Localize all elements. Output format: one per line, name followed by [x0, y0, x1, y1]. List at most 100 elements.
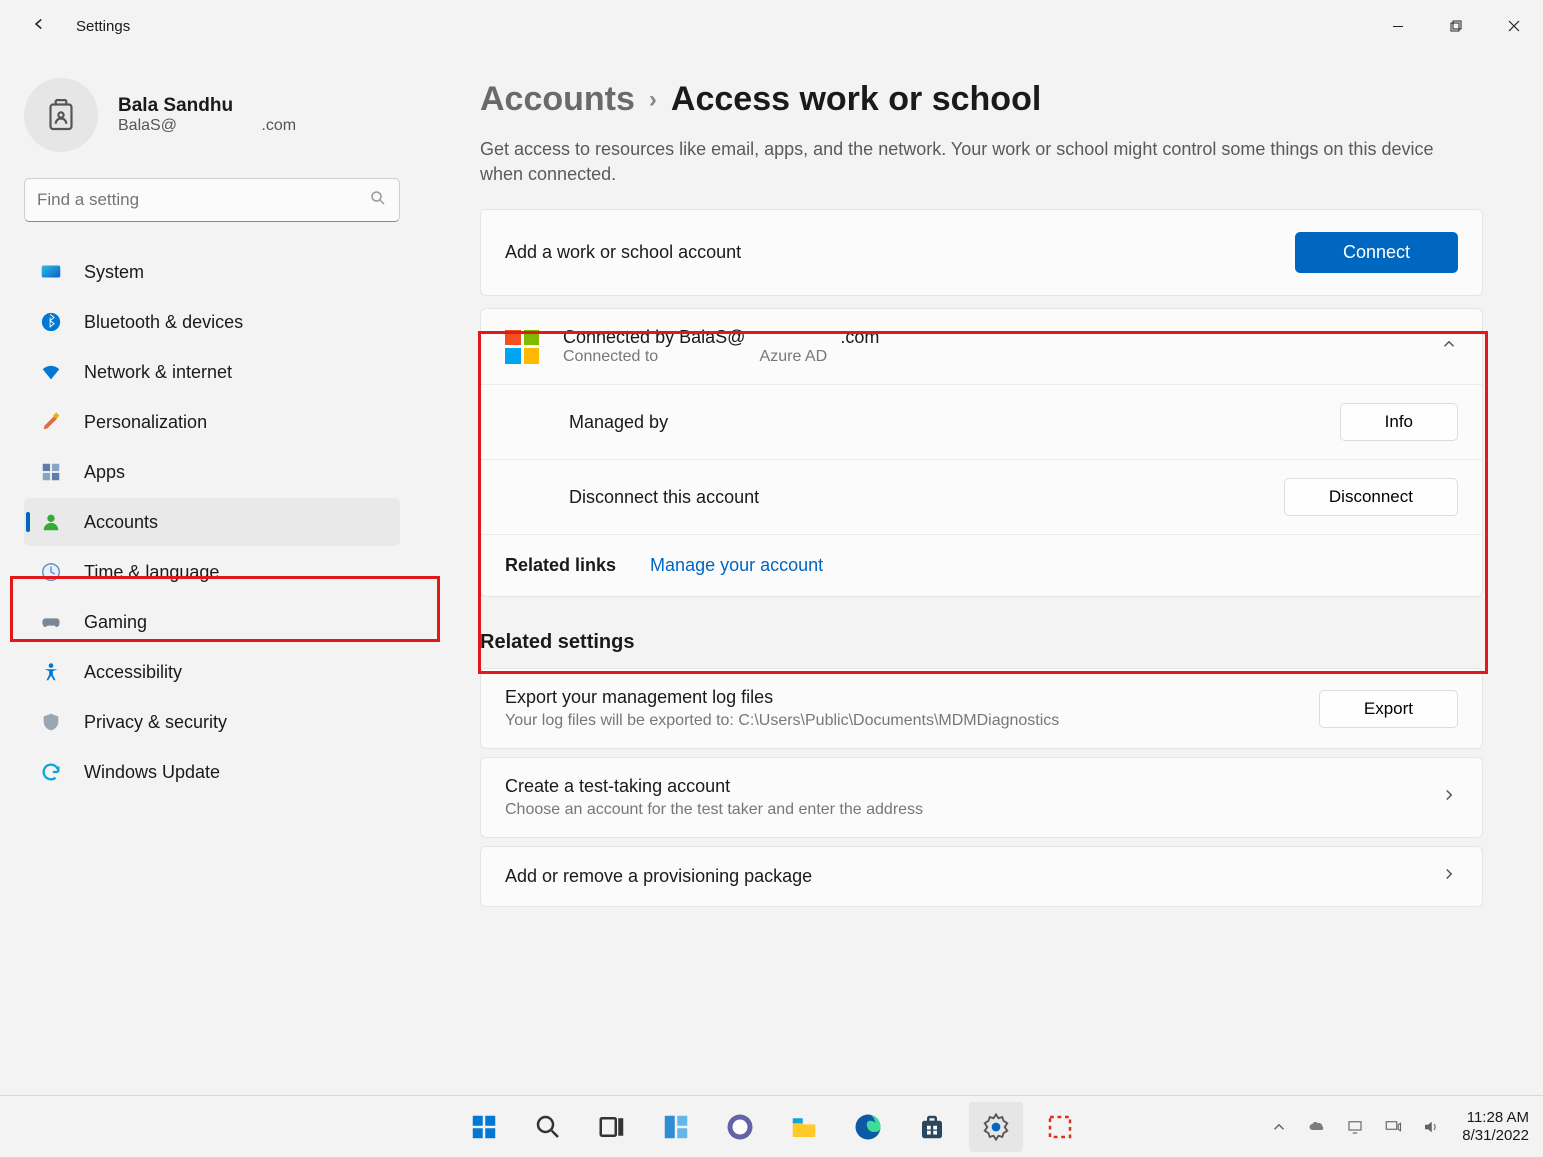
sidebar-item-label: Personalization: [84, 412, 207, 433]
sidebar-item-label: System: [84, 262, 144, 283]
breadcrumb-parent[interactable]: Accounts: [480, 80, 635, 119]
task-view-icon[interactable]: [585, 1102, 639, 1152]
provisioning-title: Add or remove a provisioning package: [505, 866, 812, 887]
export-desc: Your log files will be exported to: C:\U…: [505, 712, 1059, 730]
maximize-button[interactable]: [1427, 0, 1485, 52]
avatar: [24, 78, 98, 152]
person-icon: [40, 511, 62, 533]
add-account-card: Add a work or school account Connect: [480, 209, 1483, 296]
user-name: Bala Sandhu: [118, 95, 296, 117]
network-tray-icon[interactable]: [1378, 1112, 1408, 1142]
sidebar-item-apps[interactable]: Apps: [24, 448, 400, 496]
taskbar: 11:28 AM 8/31/2022: [0, 1095, 1543, 1157]
sidebar-item-label: Time & language: [84, 562, 219, 583]
test-title: Create a test-taking account: [505, 776, 923, 797]
provisioning-card[interactable]: Add or remove a provisioning package: [480, 846, 1483, 907]
export-title: Export your management log files: [505, 687, 1059, 708]
taskbar-clock[interactable]: 11:28 AM 8/31/2022: [1462, 1109, 1529, 1145]
sidebar-item-system[interactable]: System: [24, 248, 400, 296]
update-icon: [40, 761, 62, 783]
related-links-row: Related links Manage your account: [481, 535, 1482, 596]
test-desc: Choose an account for the test taker and…: [505, 801, 923, 819]
disconnect-button[interactable]: Disconnect: [1284, 478, 1458, 516]
search-box[interactable]: [24, 178, 400, 222]
test-taking-card[interactable]: Create a test-taking account Choose an a…: [480, 757, 1483, 838]
titlebar: Settings: [0, 0, 1543, 52]
sidebar-item-label: Network & internet: [84, 362, 232, 383]
clock-time: 11:28 AM: [1462, 1109, 1529, 1127]
accessibility-icon: [40, 661, 62, 683]
taskbar-search-icon[interactable]: [521, 1102, 575, 1152]
chevron-right-icon: [1440, 786, 1458, 809]
search-input[interactable]: [37, 190, 369, 210]
sidebar-item-network[interactable]: Network & internet: [24, 348, 400, 396]
explorer-icon[interactable]: [777, 1102, 831, 1152]
onedrive-icon[interactable]: [1302, 1112, 1332, 1142]
bluetooth-icon: [40, 311, 62, 333]
wifi-icon: [40, 361, 62, 383]
settings-taskbar-icon[interactable]: [969, 1102, 1023, 1152]
snipping-tool-icon[interactable]: [1033, 1102, 1087, 1152]
sidebar-item-privacy[interactable]: Privacy & security: [24, 698, 400, 746]
chevron-up-icon: [1440, 335, 1458, 358]
sidebar-item-label: Accounts: [84, 512, 158, 533]
start-button[interactable]: [457, 1102, 511, 1152]
sidebar-item-time-language[interactable]: Time & language: [24, 548, 400, 596]
connect-button[interactable]: Connect: [1295, 232, 1458, 273]
managed-by-label: Managed by: [569, 412, 668, 433]
sidebar-item-label: Apps: [84, 462, 125, 483]
tray-chevron-up-icon[interactable]: [1264, 1112, 1294, 1142]
edge-icon[interactable]: [841, 1102, 895, 1152]
nav-list: System Bluetooth & devices Network & int…: [24, 248, 400, 796]
sidebar-item-accounts[interactable]: Accounts: [24, 498, 400, 546]
connected-by-label: Connected by BalaS@ .com: [563, 327, 1416, 348]
volume-tray-icon[interactable]: [1416, 1112, 1446, 1142]
clock-globe-icon: [40, 561, 62, 583]
widgets-icon[interactable]: [649, 1102, 703, 1152]
sidebar-item-personalization[interactable]: Personalization: [24, 398, 400, 446]
user-email: BalaS@ .com: [118, 117, 296, 135]
related-links-label: Related links: [505, 555, 616, 576]
info-button[interactable]: Info: [1340, 403, 1458, 441]
window-title: Settings: [76, 18, 130, 35]
manage-account-link[interactable]: Manage your account: [650, 555, 823, 576]
store-icon[interactable]: [905, 1102, 959, 1152]
minimize-button[interactable]: [1369, 0, 1427, 52]
microsoft-logo-icon: [505, 330, 539, 364]
system-tray: 11:28 AM 8/31/2022: [1264, 1109, 1529, 1145]
back-button[interactable]: [30, 15, 48, 38]
paintbrush-icon: [40, 411, 62, 433]
sidebar-item-bluetooth[interactable]: Bluetooth & devices: [24, 298, 400, 346]
chevron-right-icon: [1440, 865, 1458, 888]
gamepad-icon: [40, 611, 62, 633]
sidebar-item-accessibility[interactable]: Accessibility: [24, 648, 400, 696]
export-logs-card[interactable]: Export your management log files Your lo…: [480, 668, 1483, 749]
connected-account-panel: Connected by BalaS@ .com Connected to Az…: [480, 308, 1483, 597]
teams-icon[interactable]: [713, 1102, 767, 1152]
page-title: Access work or school: [671, 80, 1041, 119]
sidebar-item-label: Bluetooth & devices: [84, 312, 243, 333]
sidebar-item-label: Privacy & security: [84, 712, 227, 733]
disconnect-row: Disconnect this account Disconnect: [481, 460, 1482, 535]
shield-icon: [40, 711, 62, 733]
sidebar-item-windows-update[interactable]: Windows Update: [24, 748, 400, 796]
sidebar-item-label: Gaming: [84, 612, 147, 633]
account-panel-header[interactable]: Connected by BalaS@ .com Connected to Az…: [481, 309, 1482, 385]
security-tray-icon[interactable]: [1340, 1112, 1370, 1142]
related-settings-title: Related settings: [480, 631, 1483, 654]
sidebar-item-label: Accessibility: [84, 662, 182, 683]
sidebar-item-label: Windows Update: [84, 762, 220, 783]
chevron-right-icon: ›: [649, 86, 657, 114]
breadcrumb: Accounts › Access work or school: [480, 80, 1483, 119]
close-button[interactable]: [1485, 0, 1543, 52]
export-button[interactable]: Export: [1319, 690, 1458, 728]
connected-to-label: Connected to Azure AD: [563, 348, 1416, 366]
add-account-label: Add a work or school account: [505, 242, 741, 263]
sidebar: Bala Sandhu BalaS@ .com System: [0, 52, 420, 1095]
page-subtitle: Get access to resources like email, apps…: [480, 137, 1460, 187]
disconnect-label: Disconnect this account: [569, 487, 759, 508]
main-content: Accounts › Access work or school Get acc…: [420, 52, 1543, 1095]
clock-date: 8/31/2022: [1462, 1127, 1529, 1145]
sidebar-item-gaming[interactable]: Gaming: [24, 598, 400, 646]
user-block[interactable]: Bala Sandhu BalaS@ .com: [24, 72, 400, 170]
